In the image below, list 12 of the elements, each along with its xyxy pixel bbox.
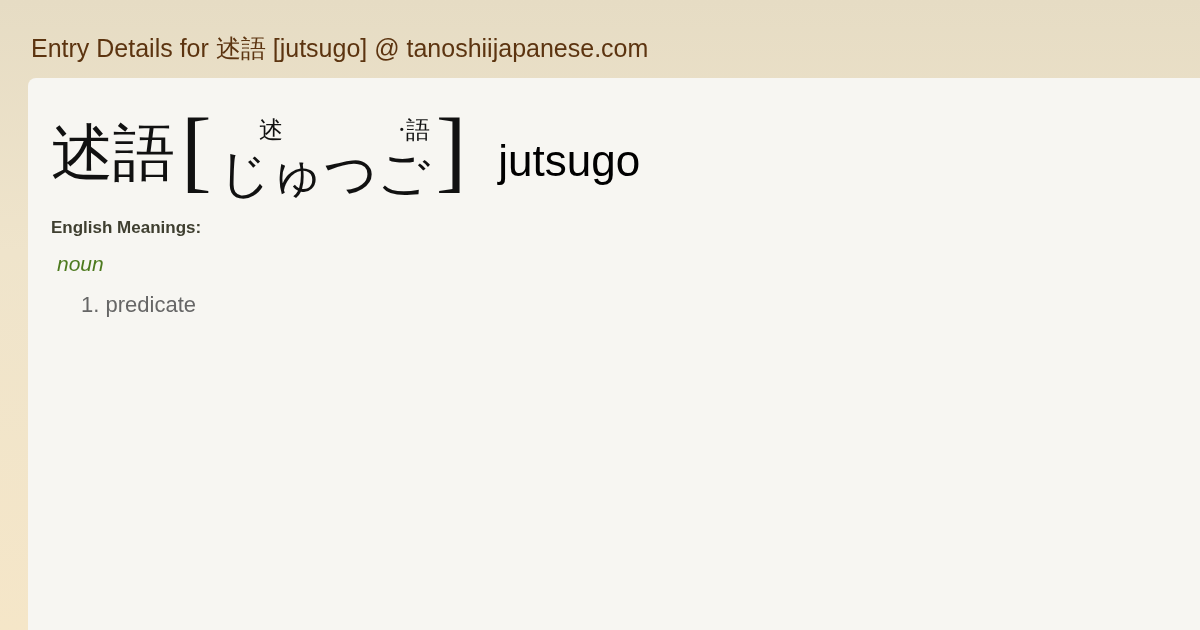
kana-reading: じゅ: [217, 141, 324, 204]
kana-reading: つご: [323, 142, 430, 204]
close-bracket: ]: [435, 104, 467, 196]
entry-kanji: 述語: [51, 122, 175, 184]
kanji-annotation: ·語: [398, 117, 430, 142]
meaning-item: 1. predicate: [81, 292, 196, 318]
open-bracket: [: [181, 104, 212, 196]
part-of-speech: noun: [57, 252, 104, 276]
kanji-annotation: 述: [258, 117, 283, 142]
page-title: Entry Details for 述語 [jutsugo] @ tanoshiijapanese.com: [30, 33, 650, 64]
meanings-label: English Meanings:: [51, 218, 202, 238]
romaji-reading: jutsugo: [498, 136, 641, 186]
